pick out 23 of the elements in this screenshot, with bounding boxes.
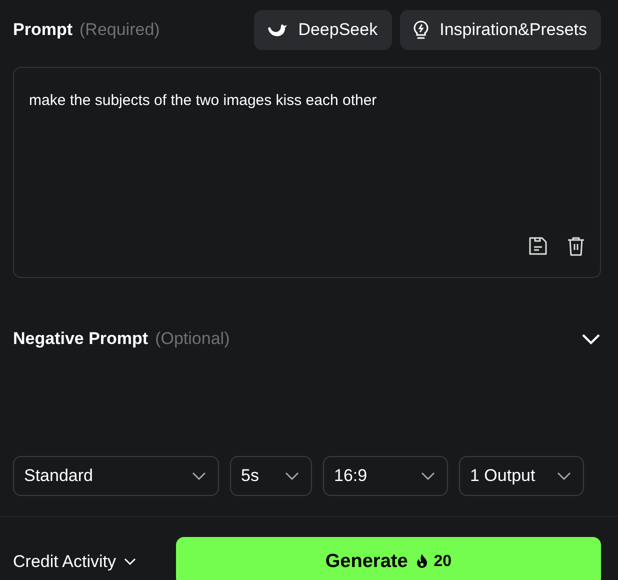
deepseek-button[interactable]: DeepSeek: [254, 10, 392, 50]
chevron-icon: [124, 558, 136, 566]
flame-icon: [416, 554, 428, 569]
select-dropdown[interactable]: 16:9: [323, 456, 448, 496]
required-hint: (Required): [80, 20, 160, 40]
generate-button[interactable]: Generate 20: [176, 537, 601, 580]
trash-icon[interactable]: [565, 235, 587, 257]
chevron-icon[interactable]: [581, 333, 601, 345]
chevron-icon: [421, 472, 435, 480]
select-dropdown[interactable]: Standard: [13, 456, 219, 496]
lightbulb-icon: [412, 20, 430, 40]
select-dropdown[interactable]: 1 Output: [459, 456, 584, 496]
credit-activity-dropdown[interactable]: Credit Activity: [13, 552, 136, 572]
chevron-icon: [557, 472, 571, 480]
negative-prompt-label: Negative Prompt: [13, 329, 148, 349]
save-icon[interactable]: [527, 235, 549, 257]
select-dropdown[interactable]: 5s: [230, 456, 312, 496]
chevron-icon: [192, 472, 206, 480]
optional-hint: (Optional): [155, 329, 230, 349]
inspiration-button[interactable]: Inspiration&Presets: [400, 10, 601, 50]
prompt-label: Prompt: [13, 20, 72, 40]
chevron-icon: [285, 472, 299, 480]
prompt-field[interactable]: make the subjects of the two images kiss each other: [13, 67, 601, 278]
